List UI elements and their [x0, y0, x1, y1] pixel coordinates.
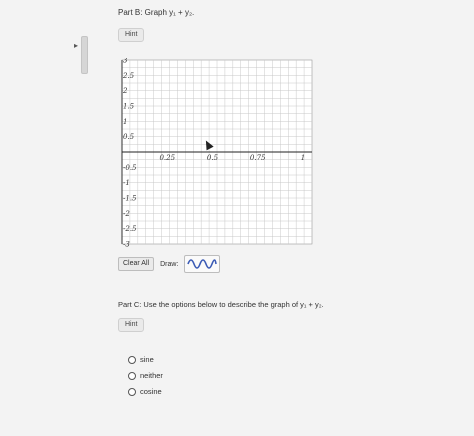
- part-c-title: Part C: Use the options below to describ…: [118, 300, 324, 309]
- part-c-hint-button[interactable]: Hint: [118, 318, 145, 332]
- y-tick-label: 3: [123, 58, 128, 65]
- x-tick-label: 0.75: [250, 154, 266, 162]
- draw-label: Draw:: [160, 260, 179, 268]
- sine-wave-icon[interactable]: [184, 255, 221, 273]
- option-label: sine: [140, 355, 154, 364]
- x-tick-label: 0.25: [159, 154, 175, 162]
- y-tick-label: 1.5: [123, 103, 135, 111]
- side-scroll-handle[interactable]: [81, 36, 88, 74]
- radio-button[interactable]: [128, 387, 136, 396]
- y-tick-label: -1.5: [123, 195, 137, 203]
- y-tick-label: -3: [123, 241, 130, 249]
- option-neither[interactable]: neither: [128, 371, 163, 380]
- clear-all-button[interactable]: Clear All: [118, 257, 155, 271]
- y-tick-label: 1: [123, 118, 127, 126]
- option-label: neither: [140, 371, 163, 380]
- option-label: cosine: [140, 387, 162, 396]
- x-tick-label: 1: [301, 154, 305, 162]
- y-tick-label: -2: [123, 210, 130, 218]
- option-cosine[interactable]: cosine: [128, 387, 162, 396]
- y-tick-label: -2.5: [123, 225, 137, 233]
- radio-button[interactable]: [128, 371, 136, 380]
- expand-arrow-icon[interactable]: ▸: [74, 41, 78, 50]
- y-tick-label: 0.5: [123, 133, 135, 141]
- graph-canvas[interactable]: 0.25 0.5 0.75 1 3 2.5 2 1.5 1 0.5 -0.5 -1 -1.5 -2 -2.5…: [116, 58, 316, 252]
- graph-toolbar: Clear All Draw:: [118, 255, 221, 273]
- part-b-title: Part B: Graph y₁ + y₂.: [118, 8, 195, 17]
- y-tick-label: 2.5: [122, 72, 135, 80]
- x-tick-label: 0.5: [207, 154, 219, 162]
- y-tick-label: -0.5: [123, 164, 137, 172]
- radio-button[interactable]: [128, 355, 136, 364]
- graph-grid[interactable]: 0.25 0.5 0.75 1 3 2.5 2 1.5 1 0.5 -0.5 -1 -1.5 -2 -2.5…: [116, 58, 316, 252]
- y-tick-label: -1: [123, 179, 130, 187]
- part-b-hint-button[interactable]: Hint: [118, 28, 145, 42]
- option-sine[interactable]: sine: [128, 355, 154, 364]
- y-tick-label: 2: [122, 87, 128, 95]
